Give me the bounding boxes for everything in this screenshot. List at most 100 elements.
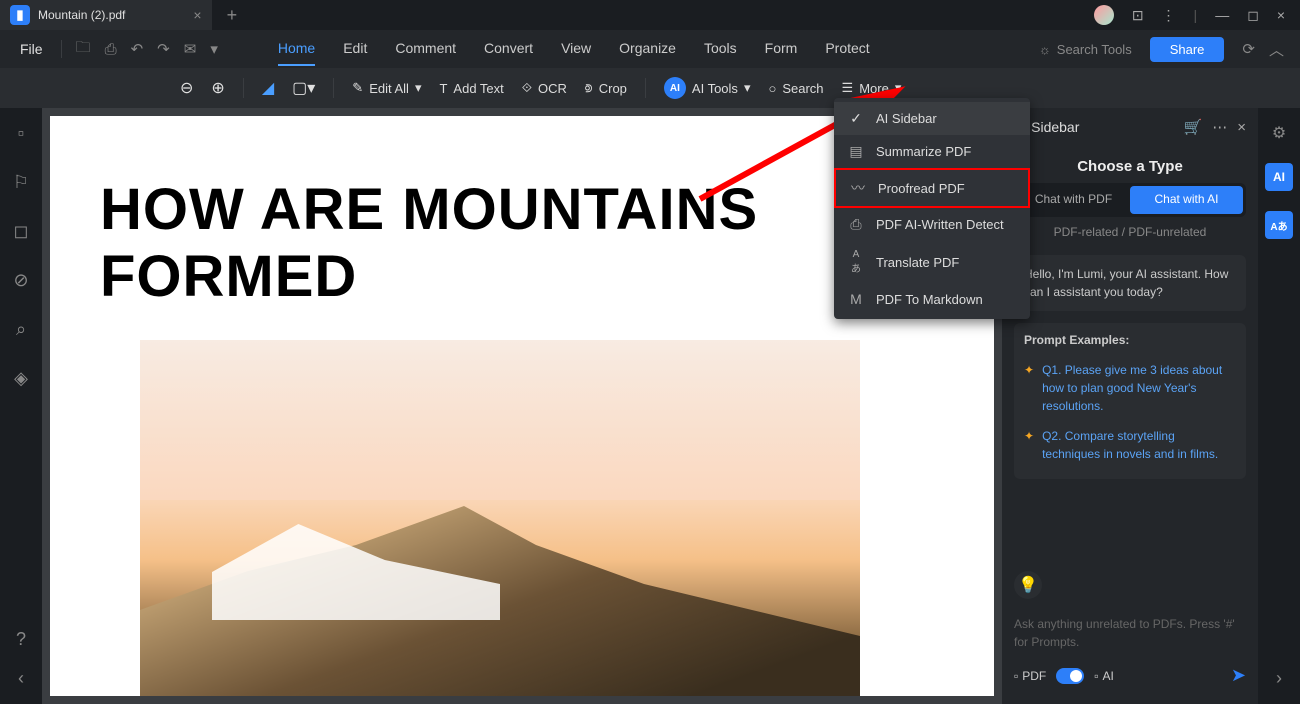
lightbulb-icon: ☼ [1039, 42, 1051, 57]
pencil-icon: ✎ [352, 80, 363, 96]
ocr-icon: ⟐ [522, 80, 532, 96]
minimize-icon[interactable]: — [1215, 7, 1229, 23]
bookmark-icon[interactable]: ⚐ [13, 172, 29, 193]
edit-all-tool[interactable]: ✎ Edit All▾ [352, 80, 421, 96]
crop-tool[interactable]: ⟄ Crop [585, 80, 627, 96]
ai-greeting: Hello, I'm Lumi, your AI assistant. How … [1014, 255, 1246, 311]
tab-convert[interactable]: Convert [484, 32, 533, 66]
tab-organize[interactable]: Organize [619, 32, 676, 66]
maximize-icon[interactable]: ◻ [1247, 7, 1259, 24]
search-tool[interactable]: ○ Search [768, 81, 823, 96]
document-heading: HOW ARE MOUNTAINS FORMED [100, 176, 944, 310]
ai-tools-tool[interactable]: AI AI Tools▾ [664, 77, 751, 99]
document-image [140, 340, 860, 696]
menu-icon: ☰ [842, 80, 854, 96]
chat-ai-button[interactable]: Chat with AI [1130, 186, 1243, 214]
add-tab-icon[interactable]: + [227, 5, 238, 26]
mail-icon[interactable]: ✉ [180, 36, 201, 62]
tab-home[interactable]: Home [278, 32, 315, 66]
chat-pdf-button[interactable]: Chat with PDF [1017, 186, 1130, 214]
cart-icon[interactable]: 🛒 [1184, 118, 1203, 136]
translate-icon: Aあ [848, 249, 864, 275]
redo-icon[interactable]: ↷ [153, 36, 174, 62]
attachment-icon[interactable]: ⊘ [13, 270, 28, 291]
tab-edit[interactable]: Edit [343, 32, 367, 66]
save-icon[interactable]: 🗀 [72, 33, 95, 66]
file-menu[interactable]: File [12, 41, 51, 57]
ai-tools-dropdown: ✓ AI Sidebar ▤ Summarize PDF 〰 Proofread… [834, 98, 1030, 319]
tab-protect[interactable]: Protect [825, 32, 869, 66]
layers-icon[interactable]: ◈ [14, 368, 28, 389]
print-icon[interactable]: ⎙ [101, 37, 121, 62]
window-controls: ⊡ ⋮ | — ◻ × [1094, 5, 1300, 25]
example-2[interactable]: ✦ Q2. Compare storytelling techniques in… [1024, 421, 1236, 469]
ai-rail-icon[interactable]: AI [1265, 163, 1293, 191]
settings-slider-icon[interactable]: ⚙ [1272, 123, 1286, 143]
help-icon[interactable]: ? [16, 629, 26, 650]
close-sidebar-icon[interactable]: × [1237, 119, 1246, 136]
tab-comment[interactable]: Comment [395, 32, 456, 66]
undo-icon[interactable]: ↶ [127, 36, 148, 62]
example-1[interactable]: ✦ Q1. Please give me 3 ideas about how t… [1024, 355, 1236, 421]
search-icon: ○ [768, 81, 776, 96]
main-tabs: Home Edit Comment Convert View Organize … [278, 32, 870, 66]
dropdown-ai-detect[interactable]: ⎙ PDF AI-Written Detect [834, 208, 1030, 241]
dropdown-icon[interactable]: ▾ [206, 36, 222, 62]
collapse-icon[interactable]: ︿ [1265, 35, 1288, 64]
summarize-icon: ▤ [848, 143, 864, 160]
ai-sidebar: AI Sidebar 🛒 ⋯ × Choose a Type Chat with… [1002, 108, 1258, 704]
ai-sidebar-title: AI Sidebar [1014, 119, 1174, 135]
forward-icon[interactable]: › [1276, 668, 1282, 688]
send-icon[interactable]: ➤ [1231, 665, 1246, 686]
add-text-tool[interactable]: T Add Text [439, 81, 503, 96]
prompt-examples: Prompt Examples: ✦ Q1. Please give me 3 … [1014, 323, 1246, 479]
ocr-tool[interactable]: ⟐ OCR [522, 80, 567, 96]
menubar: File 🗀 ⎙ ↶ ↷ ✉ ▾ Home Edit Comment Conve… [0, 30, 1300, 68]
more-tool[interactable]: ☰ More▾ [842, 80, 902, 96]
close-window-icon[interactable]: × [1277, 7, 1285, 23]
markdown-icon: M [848, 291, 864, 307]
dropdown-translate[interactable]: Aあ Translate PDF [834, 241, 1030, 283]
ai-sidebar-header: AI Sidebar 🛒 ⋯ × [1002, 108, 1258, 146]
thumbnail-icon[interactable]: ▫ [18, 123, 24, 144]
ai-badge-icon: AI [664, 77, 686, 99]
text-icon: T [439, 81, 447, 96]
shape-icon[interactable]: ▢▾ [292, 78, 315, 98]
app-icon: ▮ [10, 5, 30, 25]
hint-icon[interactable]: 💡 [1014, 571, 1042, 599]
tab-form[interactable]: Form [765, 32, 798, 66]
comment-rail-icon[interactable]: ◻ [14, 221, 29, 242]
dropdown-ai-sidebar[interactable]: ✓ AI Sidebar [834, 102, 1030, 135]
highlight-icon[interactable]: ◢ [262, 78, 274, 98]
mode-switch[interactable] [1056, 668, 1084, 684]
close-tab-icon[interactable]: × [193, 7, 201, 23]
zoom-in-icon[interactable]: ⊕ [211, 78, 224, 98]
search-tools[interactable]: ☼ Search Tools [1039, 42, 1132, 57]
sync-icon[interactable]: ⟳ [1238, 36, 1259, 62]
right-rail: ⚙ AI Aあ › [1258, 108, 1300, 704]
document-tab[interactable]: ▮ Mountain (2).pdf × [0, 0, 212, 30]
check-icon: ✓ [848, 110, 864, 127]
more-dots-icon[interactable]: ⋯ [1212, 118, 1227, 136]
sparkle-icon: ✦ [1024, 427, 1034, 463]
tab-title: Mountain (2).pdf [38, 8, 125, 22]
dropdown-proofread[interactable]: 〰 Proofread PDF [834, 168, 1030, 208]
proofread-icon: 〰 [850, 178, 866, 198]
zoom-out-icon[interactable]: ⊖ [180, 78, 193, 98]
detect-icon: ⎙ [848, 216, 864, 233]
crop-icon: ⟄ [585, 80, 593, 96]
ai-input-placeholder[interactable]: Ask anything unrelated to PDFs. Press '#… [1014, 609, 1246, 657]
user-avatar[interactable] [1094, 5, 1114, 25]
tab-view[interactable]: View [561, 32, 591, 66]
translate-rail-icon[interactable]: Aあ [1265, 211, 1293, 239]
chat-icon[interactable]: ⊡ [1132, 7, 1144, 24]
back-icon[interactable]: ‹ [18, 668, 24, 689]
more-icon[interactable]: ⋮ [1162, 7, 1176, 24]
share-button[interactable]: Share [1150, 37, 1225, 62]
tab-tools[interactable]: Tools [704, 32, 737, 66]
dropdown-summarize[interactable]: ▤ Summarize PDF [834, 135, 1030, 168]
titlebar: ▮ Mountain (2).pdf × + ⊡ ⋮ | — ◻ × [0, 0, 1300, 30]
search-rail-icon[interactable]: ⌕ [16, 319, 26, 340]
examples-title: Prompt Examples: [1024, 333, 1236, 347]
dropdown-markdown[interactable]: M PDF To Markdown [834, 283, 1030, 315]
